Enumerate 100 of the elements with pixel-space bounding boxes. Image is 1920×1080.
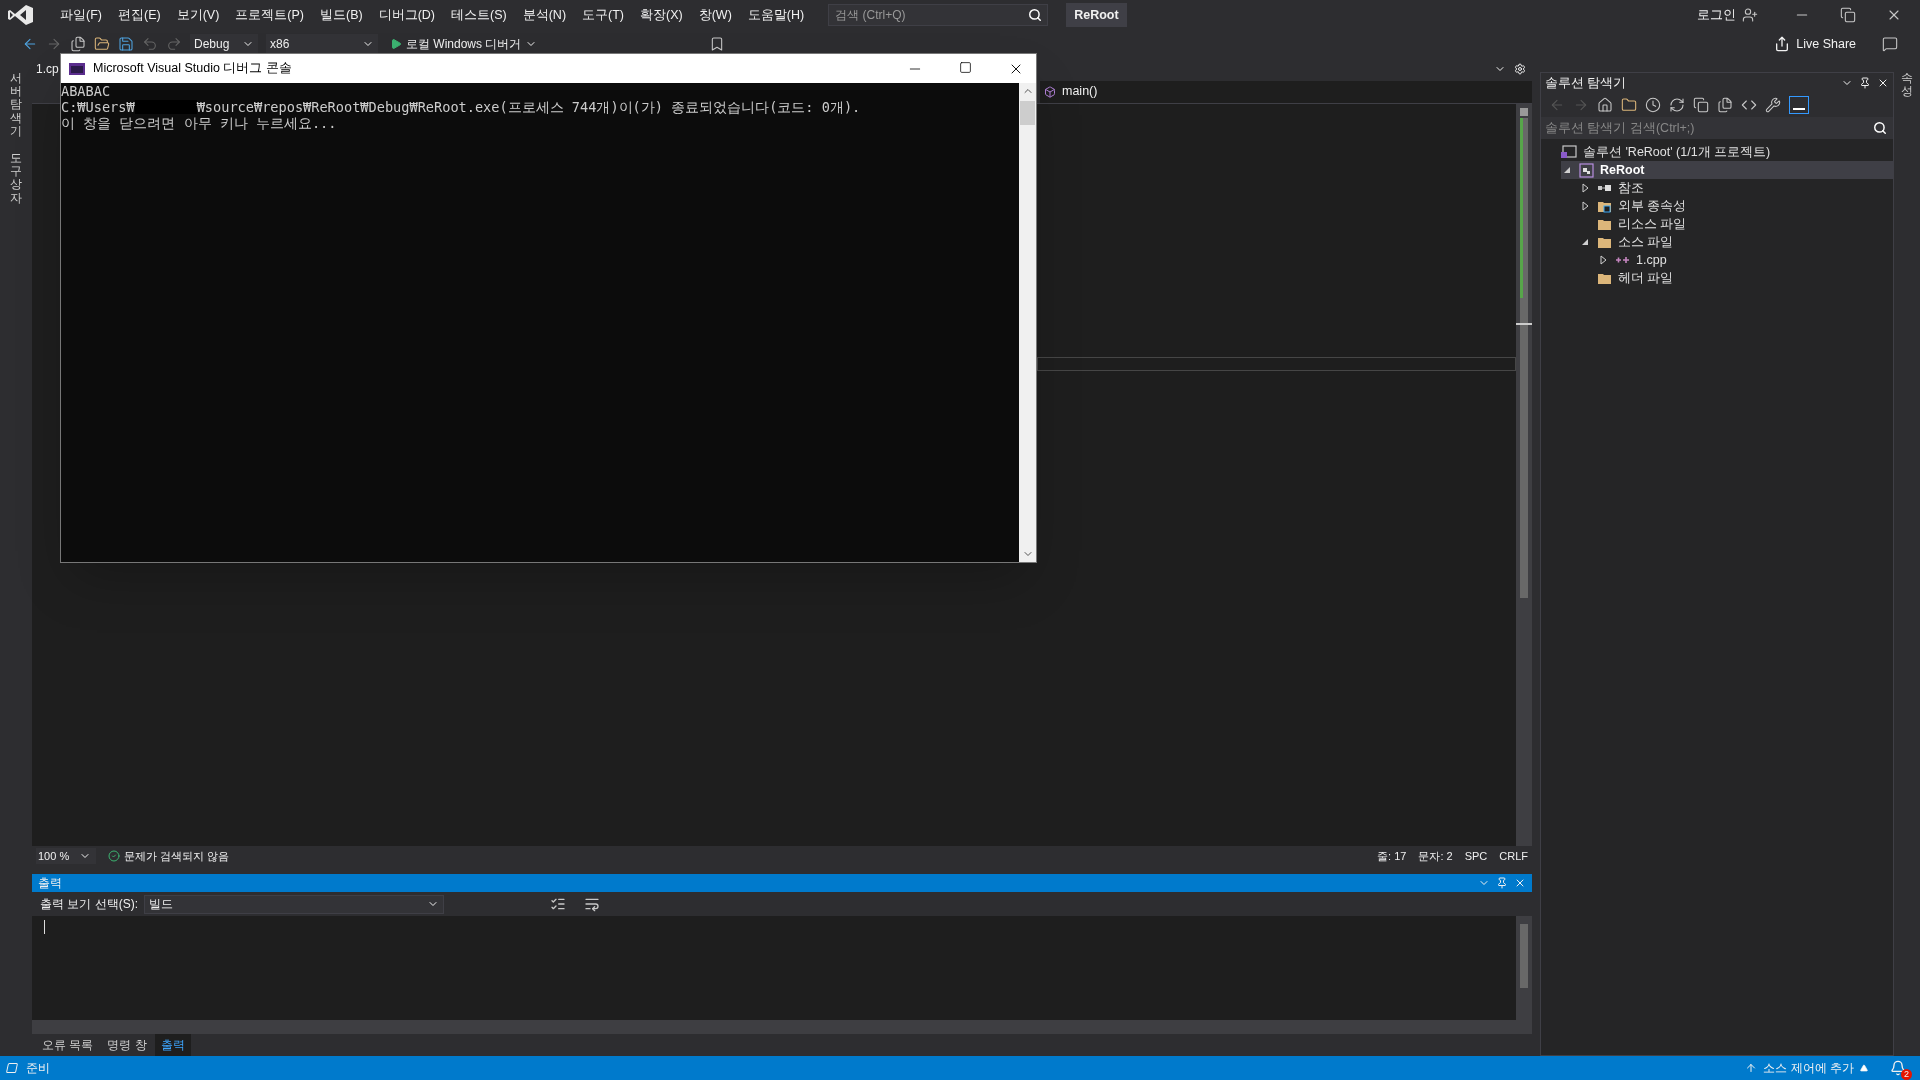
console-app-icon bbox=[69, 62, 85, 75]
close-icon[interactable] bbox=[1877, 77, 1889, 89]
back-icon[interactable] bbox=[22, 36, 38, 52]
tree-item[interactable]: 리소스 파일 bbox=[1579, 215, 1893, 233]
menu-item[interactable]: 디버그(D) bbox=[370, 5, 443, 25]
tree-item[interactable]: 1.cpp bbox=[1597, 251, 1893, 269]
editor-tab[interactable]: 1.cp bbox=[32, 60, 63, 78]
tree-item[interactable]: ReRoot bbox=[1561, 161, 1893, 179]
panel-tab[interactable]: 출력 bbox=[154, 1034, 191, 1056]
cube-icon bbox=[1044, 85, 1056, 98]
tree-item[interactable]: 솔루션 'ReRoot' (1/1개 프로젝트) bbox=[1543, 143, 1893, 161]
caret-icon bbox=[1860, 1064, 1868, 1072]
history-icon[interactable] bbox=[1645, 97, 1661, 113]
panel-tab[interactable]: 오류 목록 bbox=[36, 1034, 100, 1056]
expanded-arrow-icon bbox=[1563, 166, 1571, 174]
code-icon[interactable] bbox=[1741, 97, 1757, 113]
share-icon bbox=[1774, 36, 1791, 52]
word-wrap-icon[interactable] bbox=[584, 896, 600, 912]
tree-item[interactable]: 소스 파일 bbox=[1579, 233, 1893, 251]
menu-item[interactable]: 편집(E) bbox=[109, 5, 169, 25]
run-button[interactable]: 로컬 Windows 디버거 bbox=[386, 35, 542, 53]
menu-item[interactable]: 프로젝트(P) bbox=[227, 5, 312, 25]
settings-icon[interactable] bbox=[1514, 63, 1526, 75]
logo-icon bbox=[8, 4, 34, 26]
collapsed-arrow-icon bbox=[1599, 255, 1607, 265]
search-icon bbox=[1873, 121, 1887, 135]
live-share-button[interactable]: Live Share bbox=[1774, 34, 1856, 54]
references-icon bbox=[1597, 183, 1612, 193]
menu-item[interactable]: 도움말(H) bbox=[739, 5, 813, 25]
cpp-file-icon bbox=[1615, 255, 1630, 265]
restore-icon[interactable] bbox=[1840, 7, 1856, 23]
play-icon bbox=[390, 38, 402, 50]
open-folder-icon[interactable] bbox=[94, 36, 110, 52]
search-icon bbox=[1028, 8, 1043, 22]
zoom-dropdown[interactable]: 100 % bbox=[36, 847, 96, 865]
folder-icon bbox=[1597, 235, 1612, 249]
notification-count: 2 bbox=[1901, 1069, 1912, 1080]
column-number: 문자: 2 bbox=[1418, 848, 1453, 864]
project-icon bbox=[1579, 162, 1594, 178]
tree-item[interactable]: 외부 종속성 bbox=[1579, 197, 1893, 215]
folder-icon bbox=[1597, 217, 1612, 231]
solution-name: ReRoot bbox=[1066, 2, 1127, 28]
sync-icon[interactable] bbox=[1669, 97, 1685, 113]
member-dropdown[interactable]: main() bbox=[1040, 80, 1532, 103]
menu-item[interactable]: 분석(N) bbox=[514, 5, 575, 25]
new-item-icon[interactable] bbox=[70, 36, 86, 52]
menu-item[interactable]: 창(W) bbox=[690, 5, 740, 25]
console-output-text: ABABAC bbox=[61, 83, 111, 99]
panel-title: 출력 bbox=[38, 875, 62, 892]
menu-item[interactable]: 빌드(B) bbox=[312, 5, 371, 25]
expanded-arrow-icon bbox=[1581, 238, 1589, 246]
save-icon[interactable] bbox=[118, 36, 134, 52]
line-ending: CRLF bbox=[1499, 848, 1528, 864]
clear-icon[interactable] bbox=[550, 896, 566, 912]
search-field[interactable]: 솔루션 탐색기 검색(Ctrl+;) bbox=[1541, 117, 1893, 139]
home-icon[interactable] bbox=[1597, 97, 1613, 113]
text-caret bbox=[44, 920, 45, 934]
arrow-up-icon bbox=[1745, 1062, 1758, 1074]
output-source-label: 출력 보기 선택(S): bbox=[40, 896, 138, 913]
folder-icon[interactable] bbox=[1621, 97, 1637, 113]
search-field[interactable]: 검색 (Ctrl+Q) bbox=[828, 4, 1049, 26]
side-tab[interactable]: 속성 bbox=[1901, 72, 1913, 99]
configuration-dropdown[interactable]: Debug bbox=[190, 34, 258, 54]
menu-item[interactable]: 도구(T) bbox=[574, 5, 632, 25]
panel-title: 솔루션 탐색기 bbox=[1545, 74, 1627, 92]
login-link[interactable]: 로그인 bbox=[1697, 5, 1736, 25]
console-output-text: ₩source₩repos₩ReRoot₩Debug₩ReRoot.exe(프로세스 744개)이(가) 종료되었습니다(코드: 0개). bbox=[196, 99, 861, 115]
side-tab[interactable]: 서버 탐색기 bbox=[10, 72, 22, 138]
user-add-icon[interactable] bbox=[1742, 7, 1758, 23]
status-icon bbox=[4, 1062, 20, 1074]
output-source-dropdown[interactable]: 빌드 bbox=[144, 894, 444, 914]
tree-item[interactable]: 참조 bbox=[1579, 179, 1893, 197]
collapse-icon[interactable] bbox=[1693, 97, 1709, 113]
status-text: 준비 bbox=[26, 1060, 50, 1077]
issues-status: 문제가 검색되지 않음 bbox=[124, 848, 230, 864]
menu-item[interactable]: 확장(X) bbox=[632, 5, 691, 25]
files-icon[interactable] bbox=[1717, 97, 1733, 113]
line-number: 줄: 17 bbox=[1377, 848, 1407, 864]
solution-icon bbox=[1561, 145, 1577, 159]
notifications-icon[interactable] bbox=[1890, 1060, 1906, 1076]
menu-item[interactable]: 보기(V) bbox=[168, 5, 228, 25]
console-title: Microsoft Visual Studio 디버그 콘솔 bbox=[93, 60, 292, 78]
feedback-icon[interactable] bbox=[1882, 36, 1898, 52]
platform-dropdown[interactable]: x86 bbox=[266, 34, 378, 54]
maximize-icon[interactable] bbox=[959, 60, 972, 74]
panel-tab[interactable]: 명령 창 bbox=[101, 1034, 153, 1056]
preview-toggle[interactable] bbox=[1789, 96, 1809, 114]
menu-item[interactable]: 파일(F) bbox=[52, 5, 110, 25]
check-icon bbox=[108, 850, 120, 862]
tree-item[interactable]: 헤더 파일 bbox=[1579, 269, 1893, 287]
console-output-text: 이 창을 닫으려면 아무 키나 누르세요... bbox=[61, 115, 337, 131]
menu-item[interactable]: 테스트(S) bbox=[443, 5, 515, 25]
wrench-icon[interactable] bbox=[1765, 97, 1781, 113]
side-tab[interactable]: 도구 상자 bbox=[10, 151, 22, 205]
whitespace-mode: SPC bbox=[1464, 848, 1488, 864]
pin-icon[interactable] bbox=[1859, 77, 1871, 89]
folder-icon bbox=[1597, 199, 1612, 213]
source-control-button[interactable]: 소스 제어에 추가 bbox=[1745, 1059, 1868, 1077]
scrollbar-thumb[interactable] bbox=[1020, 101, 1035, 125]
console-output-text: C:₩Users₩ bbox=[61, 99, 135, 115]
